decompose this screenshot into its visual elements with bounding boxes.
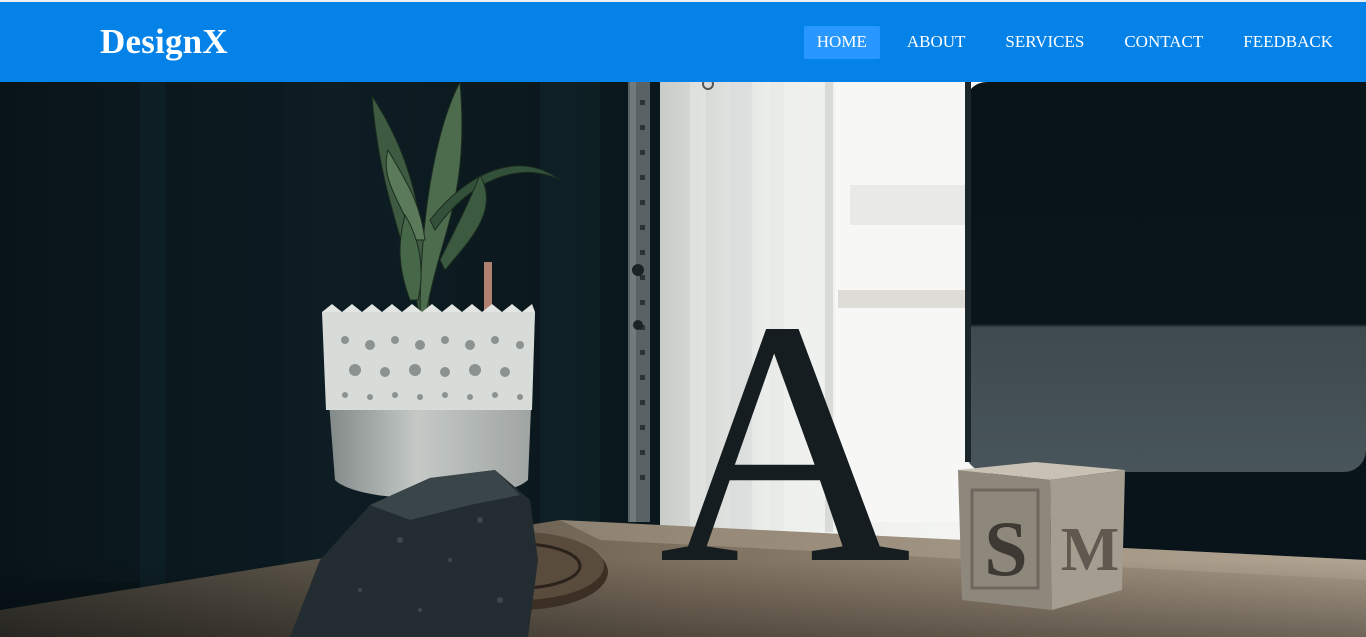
nav-contact[interactable]: CONTACT xyxy=(1111,26,1216,59)
nav-services[interactable]: SERVICES xyxy=(992,26,1097,59)
nav-about[interactable]: ABOUT xyxy=(894,26,979,59)
hero-banner: A S M xyxy=(0,82,1366,637)
brand-logo[interactable]: DesignX xyxy=(100,22,228,62)
navbar: DesignX HOME ABOUT SERVICES CONTACT FEED… xyxy=(0,0,1366,82)
block-letter-m: M xyxy=(1061,516,1120,584)
nav-home[interactable]: HOME xyxy=(803,26,880,59)
hero-letter-a: A xyxy=(659,248,912,636)
nav-menu: HOME ABOUT SERVICES CONTACT FEEDBACK xyxy=(790,26,1346,59)
hero-image: A S M xyxy=(0,82,1366,637)
nav-feedback[interactable]: FEEDBACK xyxy=(1230,26,1346,59)
block-letter-s: S xyxy=(984,505,1027,592)
